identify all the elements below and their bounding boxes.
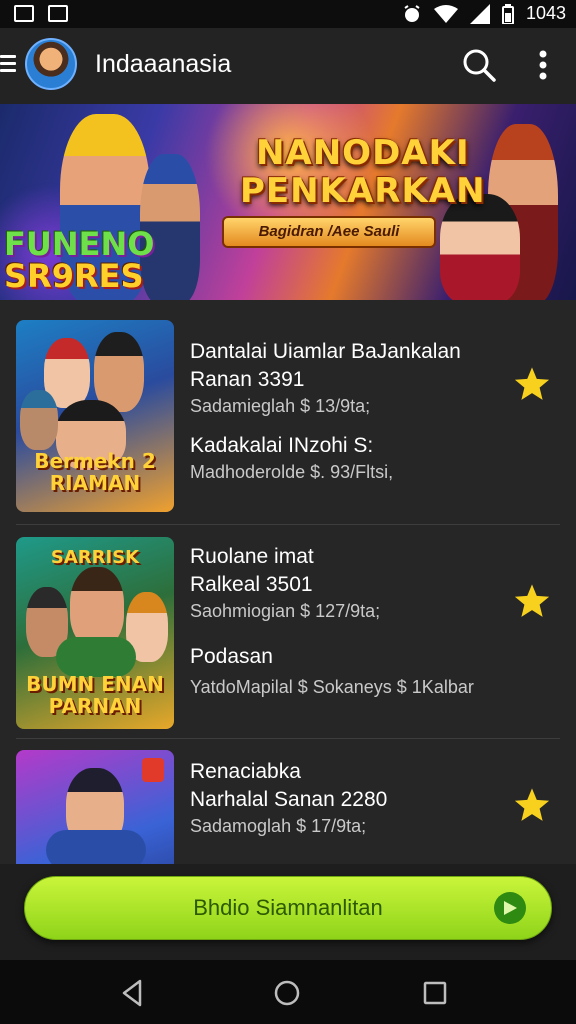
item-price: Sadamieglah $ 13/9ta; bbox=[190, 396, 371, 416]
status-bar: 1043 bbox=[0, 0, 576, 28]
item-secondary-title: Kadakalai INzohi S: bbox=[190, 434, 374, 457]
play-arrow-icon bbox=[494, 892, 526, 924]
item-price: Saohmiogian $ 127/9ta; bbox=[190, 601, 381, 621]
list-item[interactable]: SARRISK BUMN ENAN PARNAN Ruolane imat Ra… bbox=[16, 537, 560, 729]
app-title: Indaaanasia bbox=[95, 50, 232, 78]
divider bbox=[16, 738, 560, 739]
banner-logo: FUNENO SR9RES bbox=[4, 225, 155, 295]
recents-icon[interactable] bbox=[420, 978, 450, 1008]
alarm-icon bbox=[404, 4, 420, 22]
clock: 1043 bbox=[525, 3, 566, 23]
item-secondary-price: YatdoMapilal $ Sokaneys $ 1Kalbar bbox=[190, 677, 474, 697]
bottom-action-area: Bhdio Siamnanlitan bbox=[0, 864, 576, 960]
promo-banner[interactable]: NANODAKI PENKARKAN Bagidran /Aee Sauli F… bbox=[0, 104, 576, 300]
item-secondary-title: Podasan bbox=[190, 645, 273, 668]
divider bbox=[16, 524, 560, 525]
item-subtitle: Narhalal Sanan 2280 bbox=[190, 788, 388, 811]
list-item[interactable]: Renaciabka Narhalal Sanan 2280 Sadamogla… bbox=[16, 750, 560, 864]
thumbnail-title: BUMN ENAN PARNAN bbox=[26, 672, 164, 718]
favorite-star-icon[interactable] bbox=[513, 365, 551, 403]
favorite-star-icon[interactable] bbox=[513, 582, 551, 620]
app-bar: Indaaanasia bbox=[0, 28, 576, 104]
primary-cta-button[interactable]: Bhdio Siamnanlitan bbox=[24, 876, 552, 940]
notification-icon bbox=[14, 5, 34, 22]
list-item[interactable]: Bermekn 2 RIAMAN Dantalai Uiamlar BaJank… bbox=[16, 320, 560, 512]
search-icon[interactable] bbox=[460, 46, 498, 84]
avatar[interactable] bbox=[25, 38, 77, 90]
banner-ribbon: Bagidran /Aee Sauli bbox=[222, 216, 436, 248]
item-subtitle: Ranan 3391 bbox=[190, 368, 305, 391]
game-thumbnail bbox=[16, 750, 174, 864]
item-info: Dantalai Uiamlar BaJankalan Ranan 3391 S… bbox=[190, 338, 510, 484]
signal-icon bbox=[469, 3, 490, 24]
game-thumbnail: Bermekn 2 RIAMAN bbox=[16, 320, 174, 512]
system-navigation-bar bbox=[0, 960, 576, 1024]
cta-label: Bhdio Siamnanlitan bbox=[193, 895, 383, 920]
battery-icon bbox=[501, 3, 514, 24]
back-icon[interactable] bbox=[118, 978, 148, 1008]
game-thumbnail: SARRISK BUMN ENAN PARNAN bbox=[16, 537, 174, 729]
item-title: Dantalai Uiamlar BaJankalan bbox=[190, 340, 461, 363]
item-title: Renaciabka bbox=[190, 760, 301, 783]
item-title: Ruolane imat bbox=[190, 545, 314, 568]
item-info: Ruolane imat Ralkeal 3501 Saohmiogian $ … bbox=[190, 543, 510, 699]
more-options-icon[interactable] bbox=[528, 46, 558, 84]
banner-title: NANODAKI PENKARKAN bbox=[240, 133, 486, 211]
image-notification-icon bbox=[48, 5, 68, 22]
favorite-star-icon[interactable] bbox=[513, 786, 551, 824]
item-info: Renaciabka Narhalal Sanan 2280 Sadamogla… bbox=[190, 758, 510, 838]
home-icon[interactable] bbox=[272, 978, 302, 1008]
item-secondary-price: Madhoderolde $. 93/Fltsi, bbox=[190, 462, 394, 482]
thumbnail-top-label: SARRISK bbox=[50, 547, 140, 568]
game-list: Bermekn 2 RIAMAN Dantalai Uiamlar BaJank… bbox=[0, 300, 576, 864]
thumbnail-title: Bermekn 2 RIAMAN bbox=[34, 449, 156, 495]
wifi-icon bbox=[433, 4, 458, 23]
item-subtitle: Ralkeal 3501 bbox=[190, 573, 313, 596]
item-price: Sadamoglah $ 17/9ta; bbox=[190, 816, 367, 836]
menu-icon[interactable] bbox=[0, 55, 16, 75]
